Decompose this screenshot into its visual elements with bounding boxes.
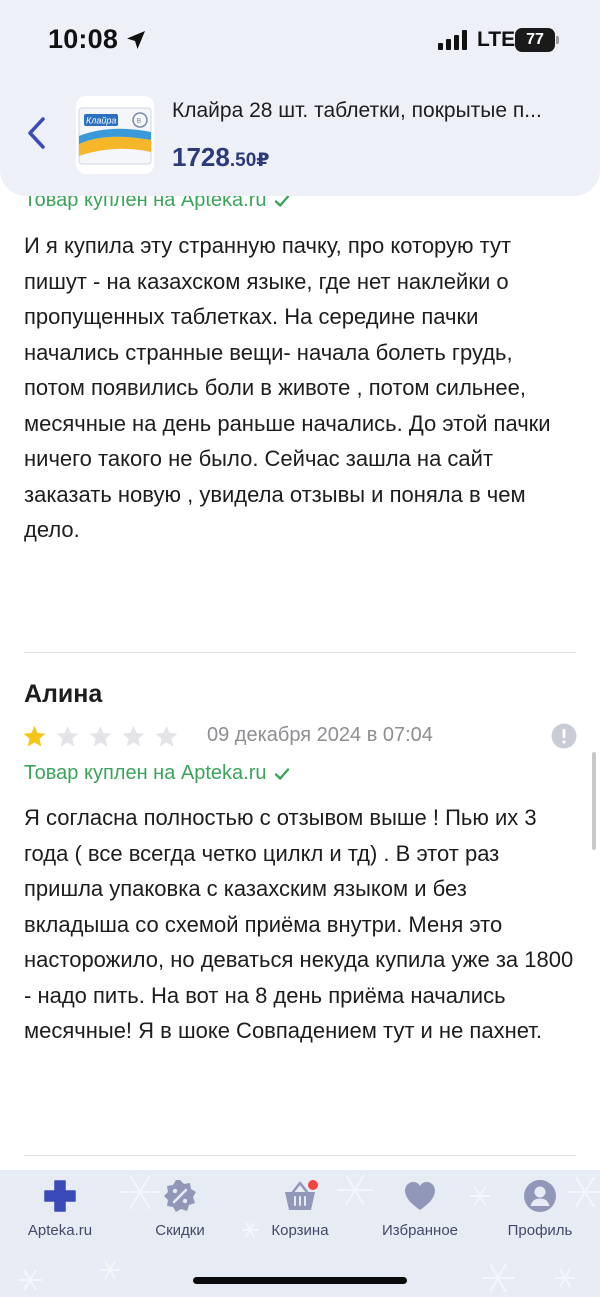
star-empty-icon xyxy=(122,725,145,747)
tab-label: Корзина xyxy=(271,1222,329,1239)
review-text: Я согласна полностью с отзывом выше ! Пь… xyxy=(24,805,574,1043)
tab-favorites[interactable]: Избранное xyxy=(360,1178,480,1248)
network-type: LTE xyxy=(477,28,516,51)
tab-label: Скидки xyxy=(155,1222,205,1239)
scrollbar[interactable] xyxy=(592,752,596,850)
star-empty-icon xyxy=(89,725,112,747)
back-button[interactable] xyxy=(18,108,54,158)
rating-stars xyxy=(22,724,179,749)
package-brand: Клайра xyxy=(86,116,116,126)
battery-level: 77 xyxy=(515,28,555,52)
star-empty-icon xyxy=(56,725,79,747)
product-image[interactable]: Клайра B xyxy=(76,96,154,174)
product-price: 1728.50₽ xyxy=(172,142,270,173)
star-filled-icon xyxy=(23,725,46,747)
svg-text:B: B xyxy=(137,118,142,125)
review-divider xyxy=(24,652,576,653)
tab-discounts[interactable]: Скидки xyxy=(120,1178,240,1248)
price-main: 1728 xyxy=(172,142,230,172)
product-package-image: Клайра B xyxy=(78,107,152,165)
tab-label: Apteka.ru xyxy=(27,1222,93,1239)
product-name[interactable]: Клайра 28 шт. таблетки, покрытые п... xyxy=(172,99,582,123)
tab-label: Избранное xyxy=(381,1222,459,1239)
price-kopecks: .50 xyxy=(229,150,257,171)
profile-icon xyxy=(524,1180,556,1212)
discount-icon xyxy=(164,1180,196,1212)
location-arrow-icon xyxy=(127,31,145,49)
review-date: 09 декабря 2024 в 07:04 xyxy=(207,724,433,746)
cellular-signal-icon xyxy=(438,30,467,50)
cart-badge xyxy=(306,1178,320,1192)
tab-apteka[interactable]: Apteka.ru xyxy=(0,1178,120,1248)
verified-purchase: Товар куплен на Apteka.ru xyxy=(24,762,291,785)
product-header: Клайра B Клайра 28 шт. таблетки, покрыты… xyxy=(0,80,600,196)
status-time: 10:08 xyxy=(48,24,119,54)
home-indicator xyxy=(193,1277,407,1284)
review-author: Алина xyxy=(24,680,103,708)
review-text: И я купила эту странную пачку, про котор… xyxy=(24,233,551,542)
tab-basket[interactable]: Корзина xyxy=(240,1178,360,1248)
tab-label: Профиль xyxy=(507,1222,573,1239)
check-icon xyxy=(274,767,289,780)
report-icon[interactable] xyxy=(551,723,577,749)
status-bar: 10:08 LTE 77 xyxy=(0,0,600,80)
tab-profile[interactable]: Профиль xyxy=(480,1178,600,1248)
battery-icon: 77 xyxy=(515,28,559,52)
star-empty-icon xyxy=(155,725,178,747)
cross-icon xyxy=(44,1180,76,1212)
heart-icon xyxy=(405,1182,435,1210)
verified-purchase-label: Товар куплен на Apteka.ru xyxy=(24,762,267,784)
review-divider xyxy=(24,1155,576,1156)
chevron-left-icon xyxy=(28,117,45,149)
price-currency: ₽ xyxy=(256,150,270,171)
